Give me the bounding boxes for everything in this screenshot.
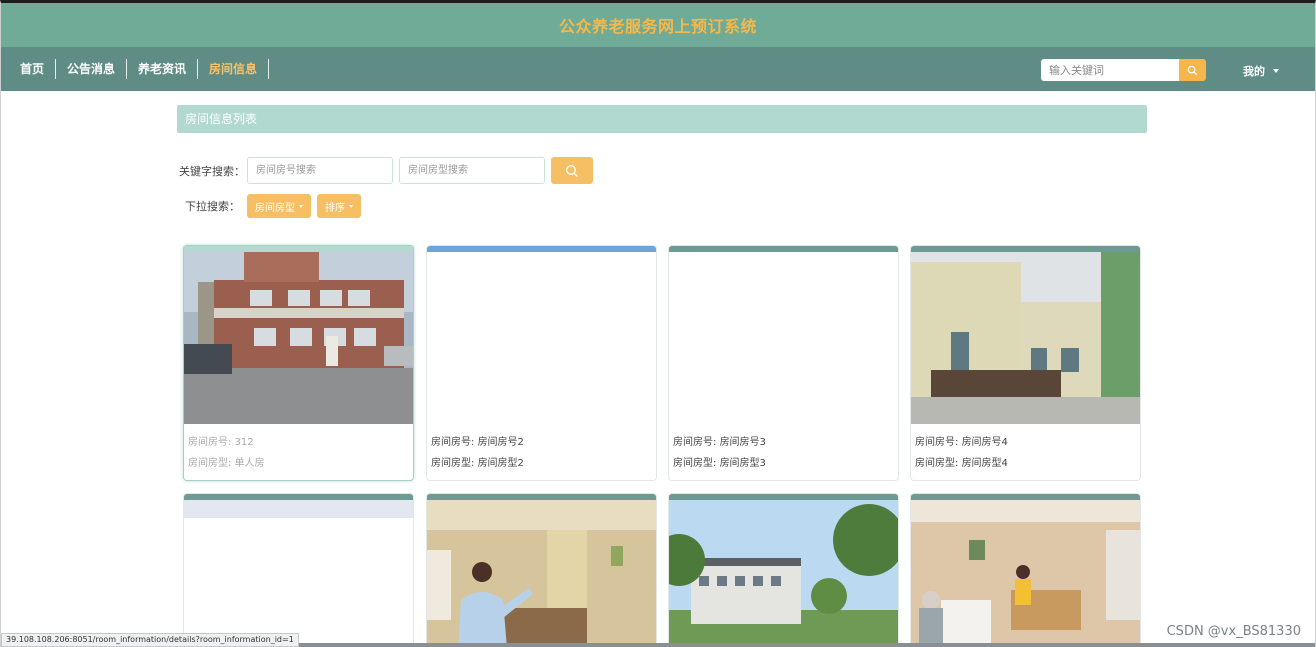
- chevron-down-icon: [299, 204, 303, 208]
- room-number-label: 房间房号:: [673, 437, 717, 448]
- room-number-search-input[interactable]: [247, 157, 393, 184]
- chevron-down-icon: [349, 204, 353, 208]
- room-number-line: 房间房号: 房间房号4: [915, 432, 1136, 453]
- room-type-dropdown-label: 房间房型: [255, 202, 295, 214]
- room-number-label: 房间房号:: [915, 437, 959, 448]
- room-type-label: 房间房型:: [915, 458, 959, 469]
- room-number-line: 房间房号: 房间房号3: [673, 432, 894, 453]
- list-title: 房间信息列表: [177, 105, 1147, 133]
- room-photo: [669, 500, 898, 647]
- room-type-dropdown[interactable]: 房间房型: [247, 194, 311, 218]
- room-number-value: 312: [234, 437, 254, 448]
- room-photo: [427, 252, 656, 428]
- search-icon: [1187, 65, 1198, 75]
- room-type-line: 房间房型: 房间房型2: [431, 453, 652, 474]
- room-card[interactable]: [910, 493, 1141, 647]
- watermark: CSDN @vx_BS81330: [1166, 624, 1301, 639]
- room-type-value: 房间房型2: [477, 458, 524, 469]
- main-nav: 首页 公告消息 养老资讯 房间信息 我的: [1, 47, 1315, 91]
- room-number-line: 房间房号: 312: [188, 432, 409, 453]
- room-card-info: 房间房号: 312 房间房型: 单人房: [184, 424, 413, 474]
- room-type-value: 房间房型4: [961, 458, 1008, 469]
- room-type-value: 房间房型3: [719, 458, 766, 469]
- room-number-label: 房间房号:: [188, 437, 232, 448]
- nav-announcements[interactable]: 公告消息: [56, 59, 128, 79]
- site-header: 公众养老服务网上预订系统: [1, 3, 1315, 47]
- room-card[interactable]: 房间房号: 房间房号3 房间房型: 房间房型3: [668, 245, 899, 481]
- nav-home[interactable]: 首页: [9, 59, 57, 79]
- nav-search-input[interactable]: [1041, 59, 1179, 81]
- chevron-down-icon: [1273, 69, 1279, 73]
- room-photo: [911, 252, 1140, 424]
- dropdown-filter-label: 下拉搜索：: [185, 200, 240, 213]
- keyword-search-row: 关键字搜索：: [179, 157, 593, 184]
- room-number-value: 房间房号3: [719, 437, 766, 448]
- nav-search-button[interactable]: [1179, 59, 1206, 81]
- sort-dropdown[interactable]: 排序: [317, 194, 361, 218]
- room-type-value: 单人房: [234, 458, 265, 469]
- room-card[interactable]: [183, 493, 414, 647]
- nav-search: [1041, 59, 1206, 81]
- nav-elderly-news[interactable]: 养老资讯: [127, 59, 199, 79]
- search-button[interactable]: [551, 157, 593, 184]
- user-menu[interactable]: 我的: [1243, 63, 1279, 79]
- room-card[interactable]: 房间房号: 房间房号4 房间房型: 房间房型4: [910, 245, 1141, 481]
- room-photo: [427, 500, 656, 647]
- room-type-label: 房间房型:: [673, 458, 717, 469]
- room-type-line: 房间房型: 单人房: [188, 453, 409, 474]
- room-number-value: 房间房号2: [477, 437, 524, 448]
- room-photo: [184, 252, 413, 424]
- user-menu-label: 我的: [1243, 65, 1265, 78]
- keyword-search-label: 关键字搜索：: [179, 164, 245, 178]
- room-number-value: 房间房号4: [961, 437, 1008, 448]
- sort-dropdown-label: 排序: [325, 202, 345, 214]
- search-icon: [565, 164, 579, 177]
- room-photo: [669, 252, 898, 428]
- room-number-label: 房间房号:: [431, 437, 475, 448]
- room-card[interactable]: [426, 493, 657, 647]
- status-bar-url: 39.108.108.206:8051/room_information/det…: [1, 633, 299, 647]
- room-card-info: 房间房号: 房间房号2 房间房型: 房间房型2: [427, 428, 656, 474]
- room-card[interactable]: 房间房号: 房间房号2 房间房型: 房间房型2: [426, 245, 657, 481]
- room-card[interactable]: [668, 493, 899, 647]
- room-photo: [184, 500, 413, 518]
- room-card-info: 房间房号: 房间房号4 房间房型: 房间房型4: [911, 424, 1140, 474]
- room-type-line: 房间房型: 房间房型4: [915, 453, 1136, 474]
- room-number-line: 房间房号: 房间房号2: [431, 432, 652, 453]
- room-type-label: 房间房型:: [188, 458, 232, 469]
- room-type-label: 房间房型:: [431, 458, 475, 469]
- dropdown-filter-row: 下拉搜索： 房间房型 排序: [185, 194, 367, 218]
- site-title: 公众养老服务网上预订系统: [558, 17, 757, 36]
- room-photo: [911, 500, 1140, 647]
- browser-viewport: 公众养老服务网上预订系统 首页 公告消息 养老资讯 房间信息 我的 房间信息列表…: [0, 0, 1316, 647]
- room-type-search-input[interactable]: [399, 157, 545, 184]
- nav-room-info[interactable]: 房间信息: [198, 59, 270, 79]
- room-card[interactable]: 房间房号: 312 房间房型: 单人房: [183, 245, 414, 481]
- room-card-info: 房间房号: 房间房号3 房间房型: 房间房型3: [669, 428, 898, 474]
- room-type-line: 房间房型: 房间房型3: [673, 453, 894, 474]
